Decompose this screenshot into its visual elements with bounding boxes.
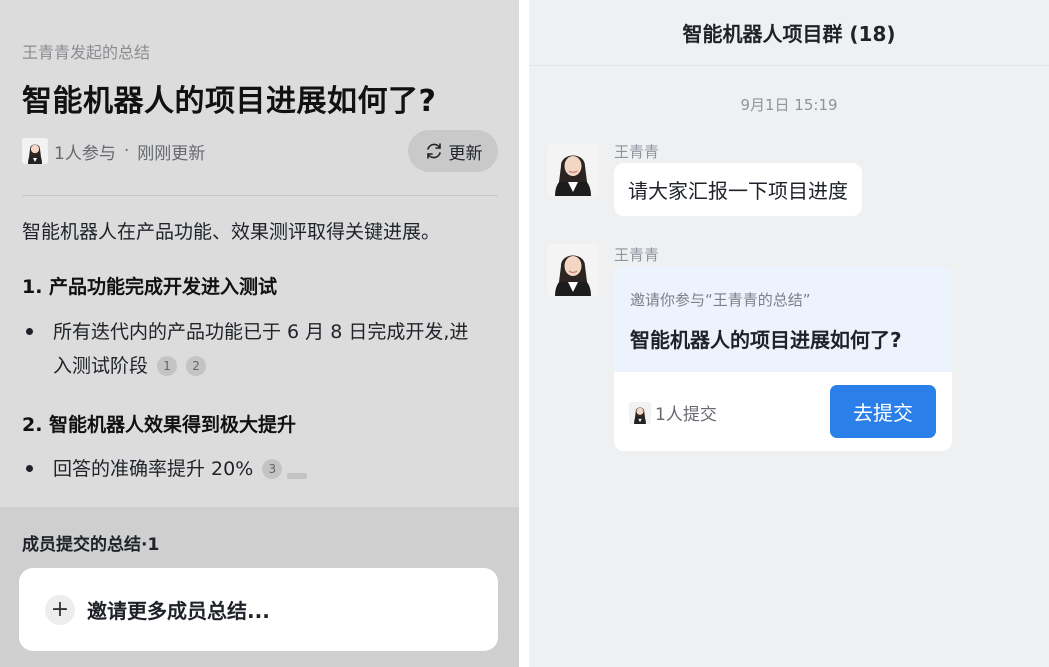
- citation-placeholder: [287, 473, 308, 479]
- members-section: 成员提交的总结·1 + 邀请更多成员总结...: [0, 507, 519, 667]
- summary-meta: 1人参与 · 刚刚更新: [22, 137, 205, 165]
- message-bubble[interactable]: 请大家汇报一下项目进度: [614, 163, 862, 216]
- sender-name: 王青青: [614, 246, 660, 264]
- summary-intro: 智能机器人在产品功能、效果测评取得关键进展。: [22, 221, 441, 243]
- update-button-label: 更新: [448, 143, 483, 164]
- submit-button[interactable]: 去提交: [830, 385, 936, 438]
- section-heading-1: 1. 产品功能完成开发进入测试: [22, 276, 278, 298]
- participants-count: 1人参与: [54, 143, 116, 164]
- summary-title: 智能机器人的项目进展如何了?: [22, 84, 437, 119]
- meta-separator: ·: [123, 141, 130, 161]
- divider: [22, 195, 498, 196]
- avatar: [22, 138, 48, 164]
- submission-count: 1人提交: [629, 400, 717, 425]
- citation-badge[interactable]: 2: [186, 356, 207, 376]
- bullet-dot: [26, 465, 33, 472]
- avatar[interactable]: [547, 144, 599, 196]
- card-title: 智能机器人的项目进展如何了?: [630, 328, 902, 352]
- refresh-icon: [426, 143, 441, 159]
- avatar[interactable]: [547, 244, 599, 296]
- invite-label: 邀请更多成员总结...: [87, 599, 270, 623]
- update-button[interactable]: 更新: [408, 130, 498, 172]
- updated-status: 刚刚更新: [137, 143, 206, 164]
- chat-panel: 智能机器人项目群 (18) 9月1日 15:19 王青青 请大家汇报一下项目进度…: [529, 0, 1049, 667]
- citation-badge[interactable]: 3: [262, 459, 283, 479]
- avatar: [629, 401, 651, 424]
- initiator-label: 王青青发起的总结: [22, 43, 151, 62]
- citation-badge[interactable]: 1: [157, 356, 178, 376]
- section-heading-2: 2. 智能机器人效果得到极大提升: [22, 414, 297, 436]
- list-item: 回答的准确率提升 20% 3: [22, 452, 483, 486]
- summary-document: 王青青发起的总结 智能机器人的项目进展如何了? 1人参与 · 刚刚更新 更新 智…: [0, 0, 519, 507]
- plus-icon: +: [45, 594, 75, 625]
- list-item: 所有迭代内的产品功能已于 6 月 8 日完成开发,进入测试阶段 1 2: [22, 315, 483, 383]
- list-item-text: 回答的准确率提升 20% 3: [53, 452, 483, 486]
- submission-count-label: 1人提交: [655, 405, 717, 425]
- panel-separator: [519, 0, 529, 667]
- summary-panel: 王青青发起的总结 智能机器人的项目进展如何了? 1人参与 · 刚刚更新 更新 智…: [0, 0, 519, 667]
- card-footer: 1人提交 去提交: [614, 372, 952, 451]
- chat-title: 智能机器人项目群 (18): [529, 0, 1049, 66]
- invite-members-button[interactable]: + 邀请更多成员总结...: [19, 568, 498, 651]
- sender-name: 王青青: [614, 143, 660, 161]
- card-subtitle: 邀请你参与“王青青的总结”: [630, 291, 811, 309]
- message-timestamp: 9月1日 15:19: [740, 96, 838, 114]
- list-item-text: 所有迭代内的产品功能已于 6 月 8 日完成开发,进入测试阶段 1 2: [53, 321, 469, 377]
- card-header: 邀请你参与“王青青的总结” 智能机器人的项目进展如何了?: [614, 266, 952, 372]
- bullet-dot: [26, 328, 33, 335]
- summary-invite-card[interactable]: 邀请你参与“王青青的总结” 智能机器人的项目进展如何了? 1人提交 去提交: [614, 266, 952, 451]
- members-title: 成员提交的总结·1: [22, 535, 160, 555]
